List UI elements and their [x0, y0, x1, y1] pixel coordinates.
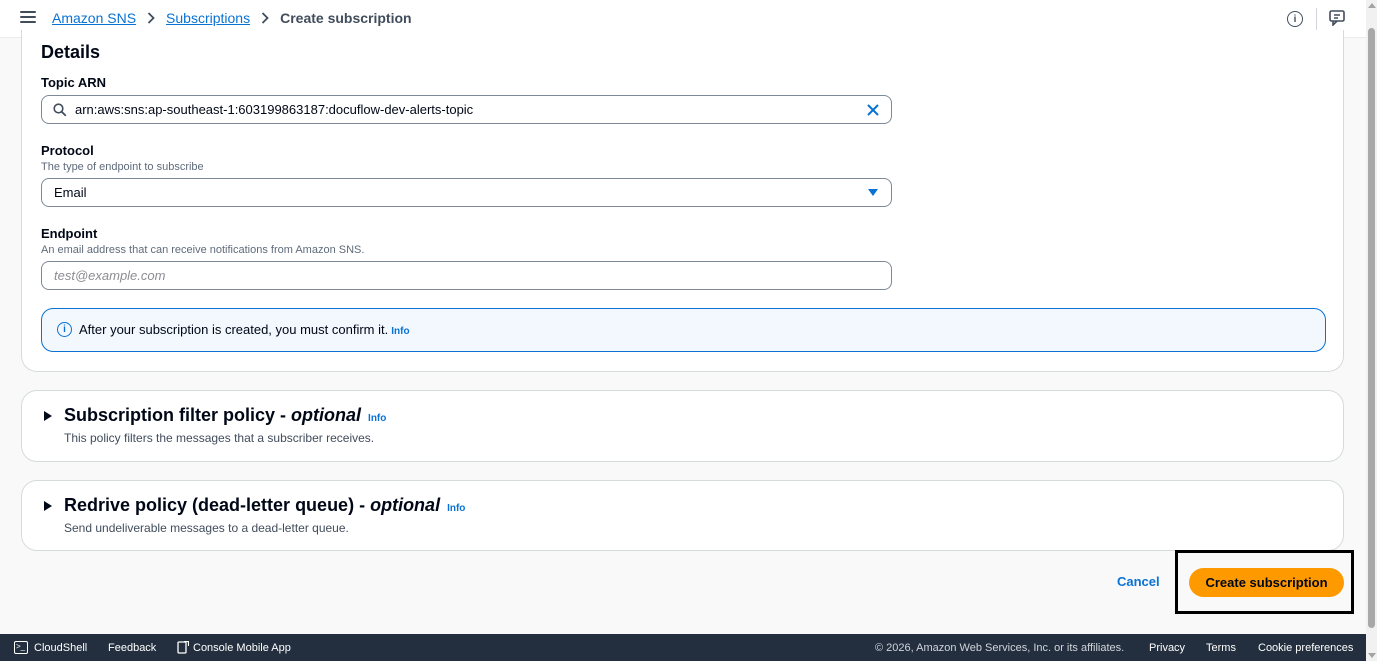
- close-icon[interactable]: [866, 103, 880, 120]
- footer-cookie-preferences[interactable]: Cookie preferences: [1258, 642, 1353, 654]
- footer: >_ CloudShell Feedback Console Mobile Ap…: [0, 634, 1366, 661]
- footer-feedback[interactable]: Feedback: [108, 642, 156, 654]
- endpoint-label: Endpoint: [41, 226, 98, 241]
- filter-policy-optional: optional: [291, 405, 362, 425]
- details-container: Details Topic ARN arn:aws:sns:ap-southea…: [21, 30, 1344, 372]
- footer-privacy[interactable]: Privacy: [1149, 642, 1185, 654]
- breadcrumb: Amazon SNS Subscriptions Create subscrip…: [52, 10, 412, 26]
- redrive-policy-section[interactable]: Redrive policy (dead-letter queue) - opt…: [21, 480, 1344, 551]
- footer-cloudshell[interactable]: CloudShell: [34, 642, 87, 654]
- breadcrumb-subscriptions[interactable]: Subscriptions: [166, 10, 250, 26]
- filter-policy-info-link[interactable]: Info: [368, 413, 386, 424]
- cancel-button[interactable]: Cancel: [1117, 574, 1160, 589]
- redrive-policy-title: Redrive policy (dead-letter queue) -: [64, 495, 366, 515]
- redrive-policy-info-link[interactable]: Info: [447, 503, 465, 514]
- info-icon[interactable]: i: [1287, 11, 1303, 27]
- create-subscription-button[interactable]: Create subscription: [1189, 568, 1344, 597]
- chevron-right-icon: [261, 12, 269, 24]
- protocol-description: The type of endpoint to subscribe: [41, 161, 204, 173]
- redrive-policy-heading: Redrive policy (dead-letter queue) - opt…: [64, 495, 465, 516]
- caret-right-icon: [44, 411, 52, 421]
- search-icon: [53, 103, 67, 120]
- filter-policy-description: This policy filters the messages that a …: [64, 431, 375, 445]
- info-icon: i: [57, 322, 72, 337]
- mobile-app-icon[interactable]: [177, 640, 190, 657]
- scroll-up-icon[interactable]: [1368, 3, 1376, 8]
- breadcrumb-current: Create subscription: [280, 10, 412, 26]
- scroll-thumb[interactable]: [1368, 28, 1375, 628]
- confirmation-alert: i After your subscription is created, yo…: [41, 308, 1326, 352]
- alert-message: After your subscription is created, you …: [79, 322, 410, 337]
- footer-copyright: © 2026, Amazon Web Services, Inc. or its…: [875, 642, 1125, 654]
- topic-arn-value: arn:aws:sns:ap-southeast-1:603199863187:…: [75, 102, 474, 117]
- endpoint-description: An email address that can receive notifi…: [41, 244, 365, 256]
- topic-arn-input[interactable]: arn:aws:sns:ap-southeast-1:603199863187:…: [41, 95, 892, 124]
- protocol-label: Protocol: [41, 143, 94, 158]
- protocol-selected-value: Email: [54, 185, 87, 200]
- alert-info-link[interactable]: Info: [391, 326, 409, 337]
- page-scrollbar[interactable]: [1366, 0, 1377, 661]
- alert-text: After your subscription is created, you …: [79, 322, 389, 337]
- redrive-policy-description: Send undeliverable messages to a dead-le…: [64, 521, 349, 535]
- terminal-icon[interactable]: >_: [14, 641, 28, 654]
- footer-terms[interactable]: Terms: [1206, 642, 1236, 654]
- breadcrumb-amazon-sns[interactable]: Amazon SNS: [52, 10, 136, 26]
- scroll-down-icon[interactable]: [1368, 653, 1376, 658]
- caret-down-icon: [868, 189, 878, 196]
- details-heading: Details: [41, 42, 101, 62]
- filter-policy-section[interactable]: Subscription filter policy - optional Inf…: [21, 390, 1344, 462]
- filter-policy-heading: Subscription filter policy - optional Inf…: [64, 405, 386, 426]
- protocol-select[interactable]: Email: [41, 178, 892, 207]
- topic-arn-label: Topic ARN: [41, 75, 106, 90]
- caret-right-icon: [44, 501, 52, 511]
- footer-mobile-app[interactable]: Console Mobile App: [193, 642, 291, 654]
- endpoint-field[interactable]: [41, 261, 892, 290]
- feedback-icon[interactable]: [1329, 10, 1346, 31]
- hamburger-menu-icon[interactable]: [20, 11, 36, 25]
- redrive-policy-optional: optional: [370, 495, 441, 515]
- chevron-right-icon: [147, 12, 155, 24]
- endpoint-input[interactable]: [54, 268, 874, 283]
- nav-divider: [1316, 8, 1317, 30]
- filter-policy-title: Subscription filter policy -: [64, 405, 287, 425]
